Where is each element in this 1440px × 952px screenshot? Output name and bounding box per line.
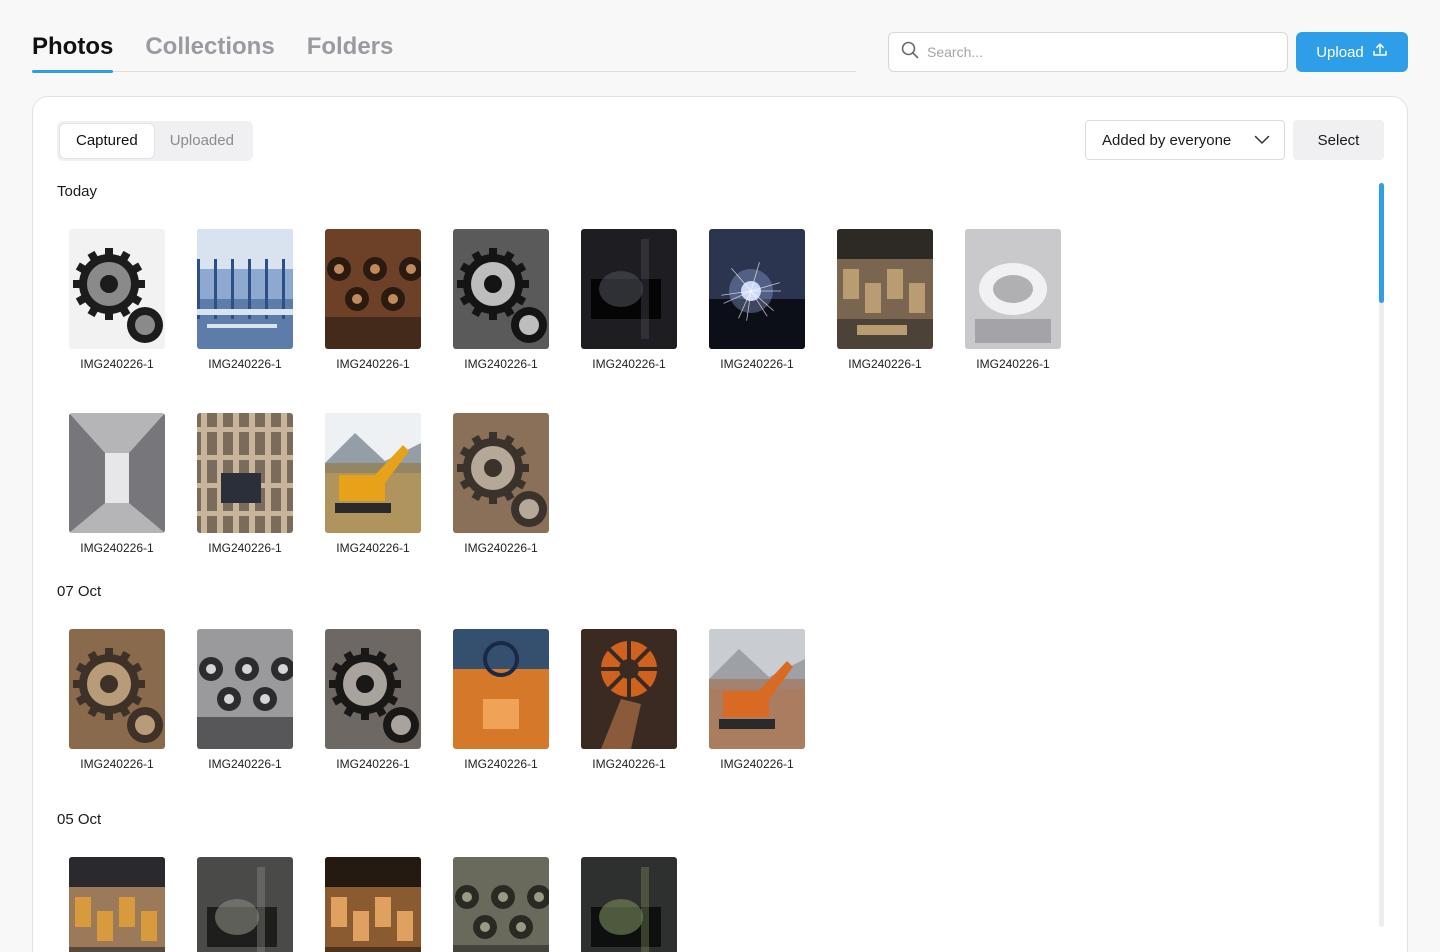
photo-filename: IMG240226-1	[208, 757, 282, 771]
photo-item[interactable]: IMG240226-1	[57, 229, 177, 371]
photo-thumbnail[interactable]	[453, 857, 549, 952]
photo-filename: IMG240226-1	[720, 357, 794, 371]
photo-item[interactable]: IMG240226-1	[697, 629, 817, 771]
photo-thumbnail[interactable]	[453, 629, 549, 749]
photo-thumbnail[interactable]	[837, 229, 933, 349]
photo-filename: IMG240226-1	[464, 541, 538, 555]
photo-item[interactable]: IMG240226-1	[313, 413, 433, 555]
photo-item[interactable]: IMG240226-1	[441, 229, 561, 371]
scrollbar-thumb[interactable]	[1379, 183, 1384, 303]
photo-filename: IMG240226-1	[80, 357, 154, 371]
photo-thumbnail[interactable]	[197, 229, 293, 349]
photo-grid: Today IMG240226-1 IMG240226-1 IMG240226-1 IM…	[57, 181, 1357, 952]
photo-filename: IMG240226-1	[464, 757, 538, 771]
group-label: Today	[57, 183, 98, 200]
photos-card: Captured Uploaded Added by everyone Sele…	[32, 96, 1408, 952]
photo-item[interactable]: IMG240226-1	[825, 229, 945, 371]
upload-button[interactable]: Upload	[1296, 32, 1408, 72]
select-button[interactable]: Select	[1293, 120, 1384, 160]
top-tabs: Photos Collections Folders	[32, 28, 856, 73]
photo-thumbnail[interactable]	[965, 229, 1061, 349]
photos-page: Photos Collections Folders Upload Captur…	[0, 0, 1440, 952]
added-by-label: Added by everyone	[1102, 131, 1232, 149]
photo-item[interactable]: IMG240226-1	[441, 413, 561, 555]
group-label: 07 Oct	[57, 583, 102, 600]
photo-filename: IMG240226-1	[336, 541, 410, 555]
photo-thumbnail[interactable]	[581, 229, 677, 349]
photo-item[interactable]: IMG240226-1	[185, 857, 305, 952]
photo-item[interactable]: IMG240226-1	[57, 629, 177, 771]
photo-filename: IMG240226-1	[976, 357, 1050, 371]
photo-thumbnail[interactable]	[581, 629, 677, 749]
source-segmented-control: Captured Uploaded	[57, 121, 253, 161]
photo-item[interactable]: IMG240226-1	[185, 629, 305, 771]
photo-filename: IMG240226-1	[592, 357, 666, 371]
photo-filename: IMG240226-1	[336, 757, 410, 771]
photo-item[interactable]: IMG240226-1	[697, 229, 817, 371]
photo-filename: IMG240226-1	[464, 357, 538, 371]
photo-item[interactable]: IMG240226-1	[441, 629, 561, 771]
photo-filename: IMG240226-1	[80, 541, 154, 555]
photo-item[interactable]: IMG240226-1	[185, 229, 305, 371]
photo-filename: IMG240226-1	[208, 541, 282, 555]
photo-thumbnail[interactable]	[197, 629, 293, 749]
segment-captured[interactable]: Captured	[60, 124, 154, 158]
photo-thumbnail[interactable]	[325, 229, 421, 349]
photo-item[interactable]: IMG240226-1	[953, 229, 1073, 371]
photo-item[interactable]: IMG240226-1	[441, 857, 561, 952]
added-by-dropdown[interactable]: Added by everyone	[1085, 120, 1285, 160]
tab-collections[interactable]: Collections	[145, 28, 274, 72]
photo-thumbnail[interactable]	[581, 857, 677, 952]
photo-thumbnail[interactable]	[709, 629, 805, 749]
photo-filename: IMG240226-1	[720, 757, 794, 771]
photo-filename: IMG240226-1	[592, 757, 666, 771]
photo-item[interactable]: IMG240226-1	[569, 229, 689, 371]
search-input[interactable]	[927, 44, 1287, 60]
photo-thumbnail[interactable]	[69, 629, 165, 749]
photo-thumbnail[interactable]	[453, 229, 549, 349]
chevron-down-icon	[1254, 132, 1270, 149]
photo-thumbnail[interactable]	[325, 629, 421, 749]
segment-uploaded[interactable]: Uploaded	[154, 124, 250, 158]
photo-item[interactable]: IMG240226-1	[313, 857, 433, 952]
photo-thumbnail[interactable]	[325, 413, 421, 533]
photo-thumbnail[interactable]	[69, 857, 165, 952]
photo-item[interactable]: IMG240226-1	[569, 857, 689, 952]
photo-thumbnail[interactable]	[709, 229, 805, 349]
photo-item[interactable]: IMG240226-1	[57, 413, 177, 555]
photo-item[interactable]: IMG240226-1	[313, 229, 433, 371]
scrollbar-track[interactable]	[1379, 183, 1384, 927]
group-label: 05 Oct	[57, 811, 102, 828]
tab-photos[interactable]: Photos	[32, 28, 114, 73]
photo-item[interactable]: IMG240226-1	[313, 629, 433, 771]
photo-thumbnail[interactable]	[197, 857, 293, 952]
search-icon	[901, 41, 919, 64]
photo-filename: IMG240226-1	[848, 357, 922, 371]
photo-thumbnail[interactable]	[453, 413, 549, 533]
photo-item[interactable]: IMG240226-1	[569, 629, 689, 771]
photo-thumbnail[interactable]	[197, 413, 293, 533]
photo-filename: IMG240226-1	[80, 757, 154, 771]
upload-icon	[1372, 42, 1388, 62]
photo-item[interactable]: IMG240226-1	[185, 413, 305, 555]
photo-thumbnail[interactable]	[69, 229, 165, 349]
search-box[interactable]	[888, 32, 1288, 72]
photo-thumbnail[interactable]	[69, 413, 165, 533]
upload-label: Upload	[1316, 43, 1364, 61]
photo-item[interactable]: IMG240226-1	[57, 857, 177, 952]
tab-folders[interactable]: Folders	[307, 28, 394, 72]
photo-filename: IMG240226-1	[208, 357, 282, 371]
photo-filename: IMG240226-1	[336, 357, 410, 371]
photo-thumbnail[interactable]	[325, 857, 421, 952]
